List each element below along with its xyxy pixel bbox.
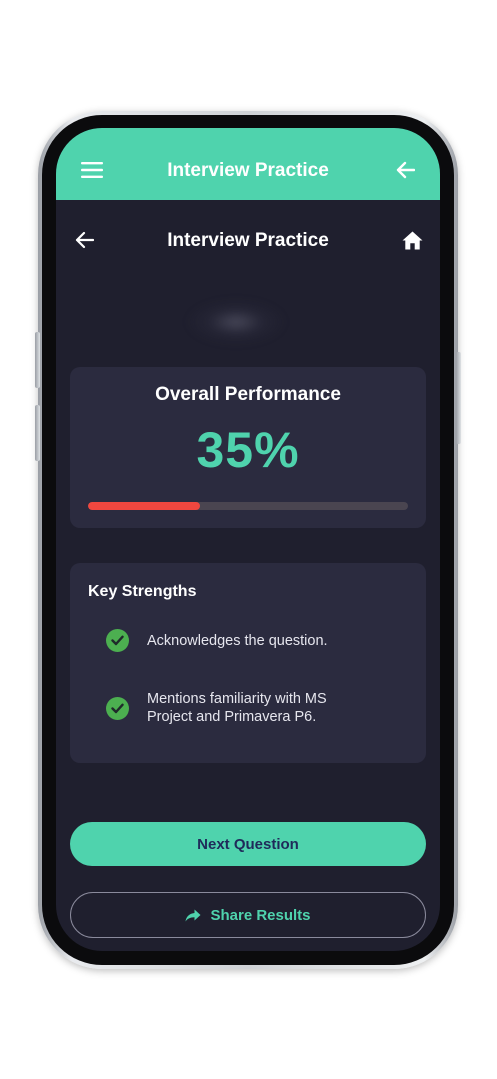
performance-score: 35% [196, 422, 300, 478]
arrow-left-icon [396, 161, 415, 179]
home-icon [402, 231, 422, 249]
app-bar-title: Interview Practice [167, 160, 329, 181]
performance-card: Overall Performance 35% [70, 367, 426, 528]
share-results-label: Share Results [210, 906, 311, 924]
key-strengths-card: Key Strengths Acknowledges the question.… [70, 563, 426, 763]
app-screen: Interview Practice Interview Practice Ov… [56, 128, 440, 951]
share-results-button[interactable]: Share Results [70, 892, 426, 938]
app-bar: Interview Practice [56, 128, 440, 200]
strength-item: Acknowledges the question. [106, 629, 406, 652]
next-question-button[interactable]: Next Question [70, 822, 426, 866]
phone-volume-down-button [35, 405, 40, 461]
strength-text: Mentions familiarity with MS Project and… [147, 691, 327, 725]
page-title: Interview Practice [167, 230, 329, 251]
app-bar-back-button[interactable] [392, 157, 418, 183]
phone-volume-up-button [35, 332, 40, 388]
key-strengths-title: Key Strengths [88, 583, 197, 600]
home-button[interactable] [399, 227, 425, 253]
strength-text: Acknowledges the question. [147, 632, 328, 649]
next-question-label: Next Question [197, 835, 299, 853]
check-circle-icon [106, 696, 129, 720]
performance-title: Overall Performance [155, 384, 341, 405]
stage: Interview Practice Interview Practice Ov… [0, 0, 497, 1079]
share-arrow-icon [185, 909, 201, 922]
strength-item: Mentions familiarity with MS Project and… [106, 690, 406, 726]
phone-power-button [456, 352, 461, 444]
performance-progress-bar [88, 502, 408, 510]
performance-progress-fill [88, 502, 200, 510]
check-circle-icon [106, 629, 129, 652]
avatar-placeholder-glow [188, 300, 284, 344]
